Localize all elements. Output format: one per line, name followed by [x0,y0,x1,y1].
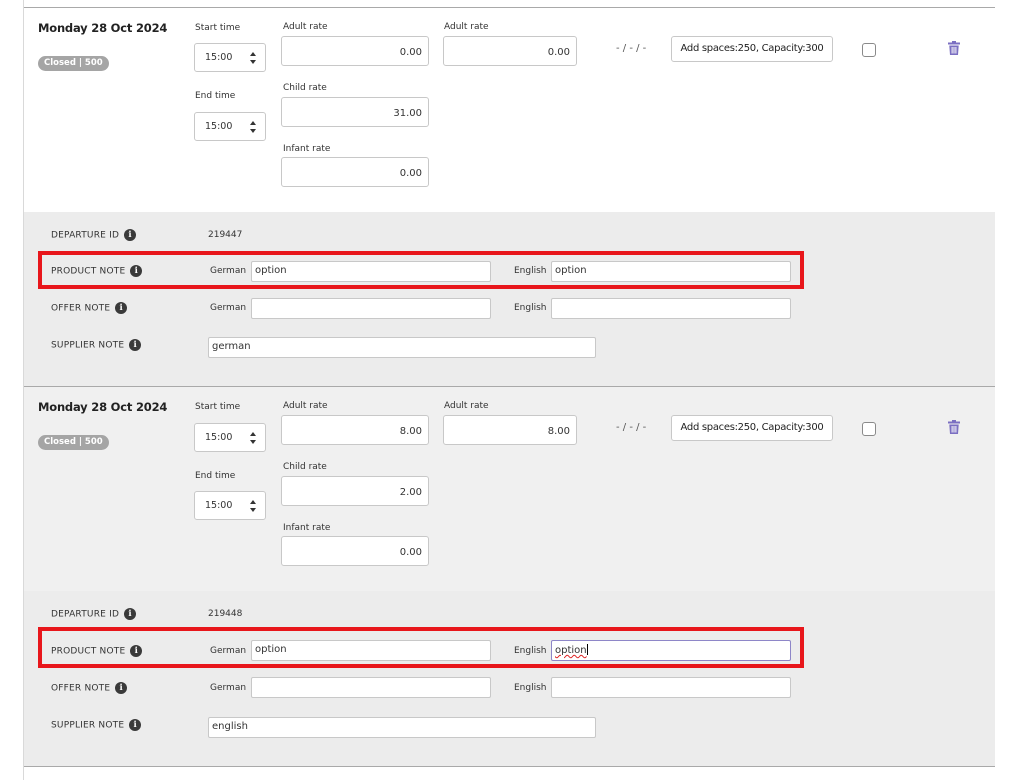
select-checkbox[interactable] [862,422,876,436]
departure-id-value: 219447 [208,230,243,240]
departure-id-label: DEPARTURE ID [51,609,120,620]
info-icon[interactable]: i [115,302,128,314]
status-badge: Closed | 500 [38,56,109,71]
departure-date: Monday 28 Oct 2024 [38,21,168,35]
supplier-note-row-label: SUPPLIER NOTE i [51,719,142,731]
infant-rate-label: Infant rate [283,523,331,533]
departure-1-details-panel [24,212,995,386]
offer-note-english-label: English [514,303,547,313]
infant-rate-input[interactable]: 0.00 [281,536,429,566]
offer-note-german-input[interactable] [251,298,491,319]
end-time-select[interactable]: 15:00 [194,112,266,141]
product-note-highlight [38,251,804,289]
info-icon[interactable]: i [129,339,142,351]
start-time-select[interactable]: 15:00 [194,43,266,72]
select-arrows-icon [250,121,256,133]
start-time-value: 15:00 [205,432,233,443]
status-badge: Closed | 500 [38,435,109,450]
select-arrows-icon [250,500,256,512]
start-time-label: Start time [195,23,241,33]
product-note-highlight [38,627,804,668]
offer-note-label: OFFER NOTE [51,303,111,314]
select-arrows-icon [250,52,256,64]
child-rate-input[interactable]: 2.00 [281,476,429,506]
add-spaces-button[interactable]: Add spaces:250, Capacity:300 [671,415,833,441]
offer-note-row-label: OFFER NOTE i [51,682,128,694]
add-spaces-button[interactable]: Add spaces:250, Capacity:300 [671,36,833,62]
booking-dashes: - / - / - [616,422,647,433]
adult-rate-input[interactable]: 8.00 [281,415,429,445]
adult-rate-2-input[interactable]: 0.00 [443,36,577,66]
departure-id-value: 219448 [208,609,243,619]
supplier-note-label: SUPPLIER NOTE [51,720,125,731]
adult-rate-2-label: Adult rate [444,22,489,32]
select-checkbox[interactable] [862,43,876,57]
offer-note-english-input[interactable] [551,677,791,698]
supplier-note-label: SUPPLIER NOTE [51,340,125,351]
infant-rate-label: Infant rate [283,144,331,154]
info-icon[interactable]: i [115,682,128,694]
offer-note-german-label: German [210,683,247,693]
child-rate-label: Child rate [283,83,327,93]
departure-id-row-label: DEPARTURE ID i [51,229,137,241]
start-time-label: Start time [195,402,241,412]
info-icon[interactable]: i [124,608,137,620]
info-icon[interactable]: i [124,229,137,241]
adult-rate-label: Adult rate [283,401,328,411]
start-time-value: 15:00 [205,52,233,63]
offer-note-english-label: English [514,683,547,693]
infant-rate-input[interactable]: 0.00 [281,157,429,187]
start-time-select[interactable]: 15:00 [194,423,266,452]
adult-rate-2-label: Adult rate [444,401,489,411]
booking-dashes: - / - / - [616,43,647,54]
info-icon[interactable]: i [129,719,142,731]
offer-note-german-input[interactable] [251,677,491,698]
offer-note-row-label: OFFER NOTE i [51,302,128,314]
end-time-label: End time [195,91,236,101]
end-time-select[interactable]: 15:00 [194,491,266,520]
supplier-note-row-label: SUPPLIER NOTE i [51,339,142,351]
adult-rate-input[interactable]: 0.00 [281,36,429,66]
offer-note-german-label: German [210,303,247,313]
adult-rate-2-input[interactable]: 8.00 [443,415,577,445]
supplier-note-input[interactable]: english [208,717,596,738]
trash-icon[interactable] [948,41,960,55]
child-rate-input[interactable]: 31.00 [281,97,429,127]
offer-note-label: OFFER NOTE [51,683,111,694]
end-time-value: 15:00 [205,121,233,132]
departure-date: Monday 28 Oct 2024 [38,400,168,414]
trash-icon[interactable] [948,420,960,434]
end-time-label: End time [195,471,236,481]
adult-rate-label: Adult rate [283,22,328,32]
select-arrows-icon [250,432,256,444]
child-rate-label: Child rate [283,462,327,472]
offer-note-english-input[interactable] [551,298,791,319]
departure-id-label: DEPARTURE ID [51,230,120,241]
divider-bottom [24,766,995,767]
end-time-value: 15:00 [205,500,233,511]
departure-2-details-panel [24,591,995,766]
departure-id-row-label: DEPARTURE ID i [51,608,137,620]
supplier-note-input[interactable]: german [208,337,596,358]
